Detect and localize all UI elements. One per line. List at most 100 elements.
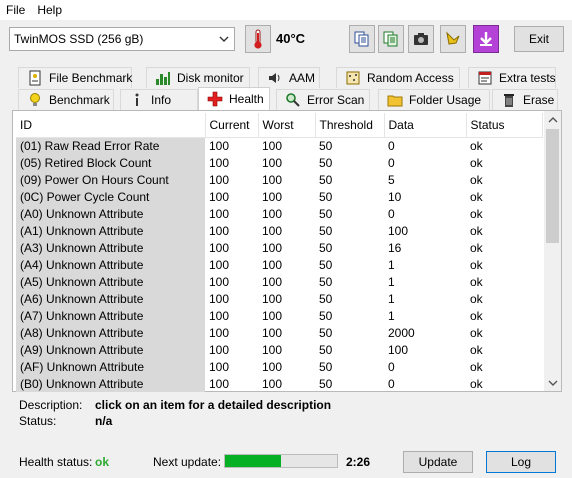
cell-worst: 100: [262, 274, 283, 289]
table-row[interactable]: (A7) Unknown Attribute 100 100 50 1 ok: [16, 307, 542, 324]
table-row[interactable]: (A9) Unknown Attribute 100 100 50 100 ok: [16, 341, 542, 358]
cell-status: ok: [470, 308, 483, 323]
tab-benchmark[interactable]: Benchmark: [18, 89, 114, 110]
cell-status: ok: [470, 257, 483, 272]
drive-select-value: TwinMOS SSD (256 gB): [14, 32, 144, 46]
temperature-value: 40°C: [276, 31, 306, 46]
table-row[interactable]: (A8) Unknown Attribute 100 100 50 2000 ok: [16, 324, 542, 341]
column-header-current[interactable]: Current: [205, 113, 259, 138]
screenshot-button[interactable]: [408, 25, 434, 53]
column-header-status[interactable]: Status: [466, 113, 543, 138]
table-row[interactable]: (A5) Unknown Attribute 100 100 50 1 ok: [16, 273, 542, 290]
tab-extra-tests[interactable]: Extra tests: [468, 67, 556, 88]
scrollbar-thumb[interactable]: [546, 129, 559, 243]
cell-id: (05) Retired Block Count: [16, 154, 205, 171]
cell-status: ok: [470, 342, 483, 357]
cell-threshold: 50: [319, 291, 333, 306]
save-icon: [446, 31, 460, 45]
column-header-data[interactable]: Data: [384, 113, 467, 138]
tab-label: File Benchmark: [49, 71, 133, 85]
table-row[interactable]: (B0) Unknown Attribute 100 100 50 0 ok: [16, 375, 542, 392]
cell-worst: 100: [262, 325, 283, 340]
cell-id: (A7) Unknown Attribute: [16, 307, 205, 324]
menu-file[interactable]: File: [0, 0, 31, 20]
tab-label: Erase: [523, 93, 555, 107]
cell-threshold: 50: [319, 308, 333, 323]
cell-current: 100: [209, 359, 230, 374]
tab-error-scan[interactable]: Error Scan: [276, 89, 370, 110]
vertical-scrollbar[interactable]: [544, 111, 561, 391]
scroll-down-button[interactable]: [544, 374, 561, 391]
tab-file-benchmark[interactable]: File Benchmark: [18, 67, 132, 88]
tab-folder-usage[interactable]: Folder Usage: [378, 89, 490, 110]
smart-attributes-table[interactable]: ID Current Worst Threshold Data Status (…: [16, 113, 543, 392]
cell-data: 10: [388, 189, 402, 204]
cell-current: 100: [209, 325, 230, 340]
cell-threshold: 50: [319, 257, 333, 272]
cell-data: 1: [388, 308, 395, 323]
cell-current: 100: [209, 155, 230, 170]
menu-help[interactable]: Help: [31, 0, 68, 20]
health-status-label: Health status:: [19, 455, 93, 469]
table-row[interactable]: (01) Raw Read Error Rate 100 100 50 0 ok: [16, 137, 542, 154]
tab-random-access[interactable]: Random Access: [336, 67, 460, 88]
save-button[interactable]: [440, 25, 466, 53]
table-row[interactable]: (A6) Unknown Attribute 100 100 50 1 ok: [16, 290, 542, 307]
column-header-id[interactable]: ID: [16, 113, 206, 138]
table-row[interactable]: (05) Retired Block Count 100 100 50 0 ok: [16, 154, 542, 171]
cell-status: ok: [470, 274, 483, 289]
update-progress-bar: [224, 454, 338, 468]
cell-threshold: 50: [319, 138, 333, 153]
table-row[interactable]: (A4) Unknown Attribute 100 100 50 1 ok: [16, 256, 542, 273]
cell-data: 2000: [388, 325, 415, 340]
cell-worst: 100: [262, 291, 283, 306]
status-label: Status:: [19, 414, 57, 428]
tab-label: Error Scan: [307, 93, 365, 107]
cell-current: 100: [209, 274, 230, 289]
copy-clipboard-button[interactable]: [378, 25, 404, 53]
cell-worst: 100: [262, 172, 283, 187]
download-button[interactable]: [473, 25, 499, 53]
update-button[interactable]: Update: [403, 451, 473, 473]
scroll-up-button[interactable]: [544, 111, 561, 128]
tab-disk-monitor[interactable]: Disk monitor: [146, 67, 250, 88]
tab-erase[interactable]: Erase: [492, 89, 558, 110]
cell-data: 0: [388, 206, 395, 221]
health-cross-icon: [207, 91, 223, 107]
table-row[interactable]: (A3) Unknown Attribute 100 100 50 16 ok: [16, 239, 542, 256]
info-icon: [129, 92, 145, 108]
description-area: Description: click on an item for a deta…: [19, 398, 331, 430]
download-icon: [480, 32, 492, 46]
column-header-threshold[interactable]: Threshold: [315, 113, 385, 138]
next-update-time: 2:26: [346, 455, 371, 469]
table-row[interactable]: (09) Power On Hours Count 100 100 50 5 ok: [16, 171, 542, 188]
cell-worst: 100: [262, 189, 283, 204]
tab-info[interactable]: Info: [120, 89, 198, 110]
exit-button[interactable]: Exit: [514, 26, 564, 52]
cell-current: 100: [209, 206, 230, 221]
chevron-up-icon: [548, 116, 557, 122]
cell-worst: 100: [262, 308, 283, 323]
cell-threshold: 50: [319, 274, 333, 289]
table-row[interactable]: (AF) Unknown Attribute 100 100 50 0 ok: [16, 358, 542, 375]
cell-data: 0: [388, 359, 395, 374]
cell-id: (A9) Unknown Attribute: [16, 341, 205, 358]
status-value: n/a: [95, 414, 113, 428]
extra-tests-icon: [477, 70, 493, 86]
table-row[interactable]: (A1) Unknown Attribute 100 100 50 100 ok: [16, 222, 542, 239]
cell-id: (B0) Unknown Attribute: [16, 375, 205, 392]
log-button[interactable]: Log: [486, 451, 556, 473]
cell-id: (01) Raw Read Error Rate: [16, 137, 205, 154]
table-row[interactable]: (A0) Unknown Attribute 100 100 50 0 ok: [16, 205, 542, 222]
tab-label: Disk monitor: [177, 71, 244, 85]
camera-icon: [414, 33, 428, 45]
tab-aam[interactable]: AAM: [258, 67, 320, 88]
drive-select[interactable]: TwinMOS SSD (256 gB): [9, 27, 235, 51]
cell-worst: 100: [262, 223, 283, 238]
table-row[interactable]: (0C) Power Cycle Count 100 100 50 10 ok: [16, 188, 542, 205]
tab-health[interactable]: Health: [198, 87, 270, 110]
copy-text-button[interactable]: [349, 25, 375, 53]
cell-status: ok: [470, 240, 483, 255]
cell-id: (AF) Unknown Attribute: [16, 358, 205, 375]
column-header-worst[interactable]: Worst: [258, 113, 316, 138]
